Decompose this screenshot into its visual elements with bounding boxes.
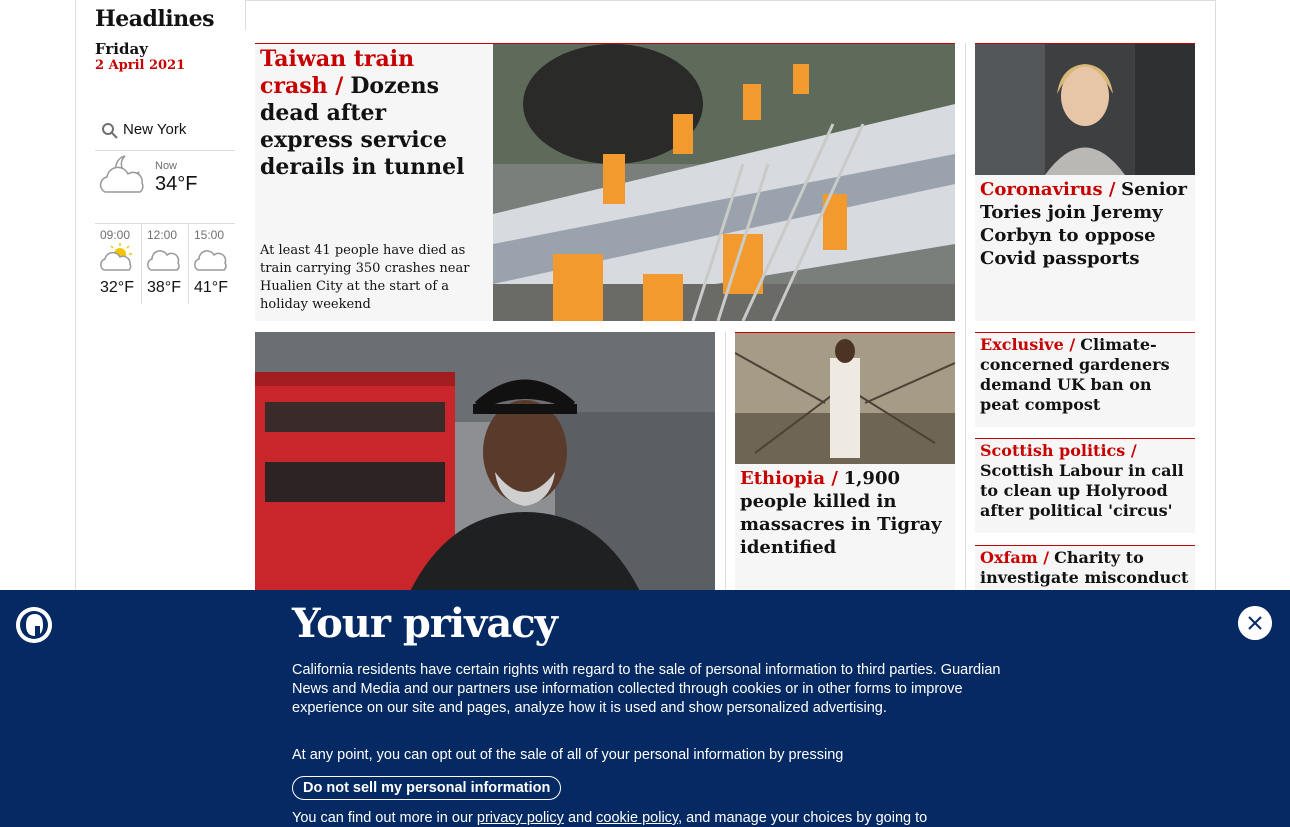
card-kicker: Oxfam / <box>980 548 1050 567</box>
top-rule <box>245 0 1215 1</box>
headline-card-exclusive[interactable]: Exclusive / Climate-concerned gardeners … <box>975 332 1195 427</box>
headline-card-scottish-politics[interactable]: Scottish politics / Scottish Labour in c… <box>975 438 1195 533</box>
location-name: New York <box>123 121 187 138</box>
card-kicker: Scottish politics / <box>980 441 1137 460</box>
search-icon <box>102 123 118 139</box>
privacy-more-text: You can find out more in our privacy pol… <box>292 810 1002 826</box>
weather-forecast: 09:00 32°F 12:00 38°F 15:00 41°F <box>95 223 235 304</box>
forecast-temp: 41°F <box>194 279 228 296</box>
privacy-policy-link[interactable]: privacy policy <box>477 810 564 826</box>
card-kicker: Exclusive / <box>980 335 1076 354</box>
privacy-title: Your privacy <box>292 600 558 647</box>
date-full: 2 April 2021 <box>95 58 186 73</box>
card-headline: Coronavirus / Senior Tories join Jeremy … <box>980 178 1190 270</box>
forecast-time: 09:00 <box>100 228 131 242</box>
cloud-icon <box>194 250 227 271</box>
cloud-icon <box>147 250 180 271</box>
do-not-sell-button[interactable]: Do not sell my personal information <box>292 776 562 800</box>
guardian-logo-icon[interactable] <box>16 607 52 643</box>
card-standfirst: At least 41 people have died as train ca… <box>260 243 470 312</box>
cookie-policy-link[interactable]: cookie policy <box>596 810 678 826</box>
card-headline: Exclusive / Climate-concerned gardeners … <box>980 335 1190 415</box>
partly-sunny-icon <box>100 243 132 271</box>
forecast-time: 12:00 <box>147 228 178 242</box>
date-day: Friday <box>95 40 148 58</box>
privacy-text: California residents have certain rights… <box>292 662 1001 716</box>
card-headline: Oxfam / Charity to investigate misconduc… <box>980 548 1190 588</box>
privacy-more-lead: You can find out more in our <box>292 810 473 826</box>
column-divider <box>725 332 726 602</box>
card-kicker: Ethiopia / <box>740 468 838 489</box>
privacy-optout-text: At any point, you can opt out of the sal… <box>292 747 844 763</box>
partly-cloudy-night-icon <box>99 155 144 193</box>
card-headline: Taiwan train crash / Dozens dead after e… <box>260 46 485 181</box>
politician-photo <box>975 44 1195 175</box>
weather-location[interactable]: New York <box>95 118 235 151</box>
privacy-and: and <box>567 810 593 826</box>
card-headline: Scottish politics / Scottish Labour in c… <box>980 441 1190 521</box>
headline-card-coronavirus[interactable]: Coronavirus / Senior Tories join Jeremy … <box>975 43 1195 321</box>
close-icon[interactable] <box>1238 606 1272 640</box>
section-title: Headlines <box>95 6 215 32</box>
forecast-item: 09:00 32°F <box>95 224 142 304</box>
weather-now-temp: 34°F <box>155 173 198 195</box>
forecast-time: 15:00 <box>194 228 225 242</box>
headline-card-main[interactable]: Taiwan train crash / Dozens dead after e… <box>255 43 955 321</box>
tigray-photo <box>735 333 955 464</box>
privacy-banner: Your privacy California residents have c… <box>0 590 1290 827</box>
forecast-temp: 32°F <box>100 279 134 296</box>
column-divider <box>965 43 966 603</box>
forecast-item: 12:00 38°F <box>142 224 189 304</box>
forecast-item: 15:00 41°F <box>189 224 235 304</box>
sidebar-divider <box>245 0 246 30</box>
train-crash-photo <box>493 44 955 321</box>
card-title: Scottish Labour in call to clean up Holy… <box>980 461 1184 520</box>
card-headline: Ethiopia / 1,900 people killed in massac… <box>740 467 950 559</box>
bus-portrait-photo[interactable] <box>255 332 715 602</box>
weather-now-label: Now <box>155 160 178 172</box>
headline-card-ethiopia[interactable]: Ethiopia / 1,900 people killed in massac… <box>735 332 955 603</box>
card-kicker: Coronavirus / <box>980 179 1116 200</box>
forecast-temp: 38°F <box>147 279 181 296</box>
privacy-more-tail: , and manage your choices by going to <box>678 810 928 826</box>
